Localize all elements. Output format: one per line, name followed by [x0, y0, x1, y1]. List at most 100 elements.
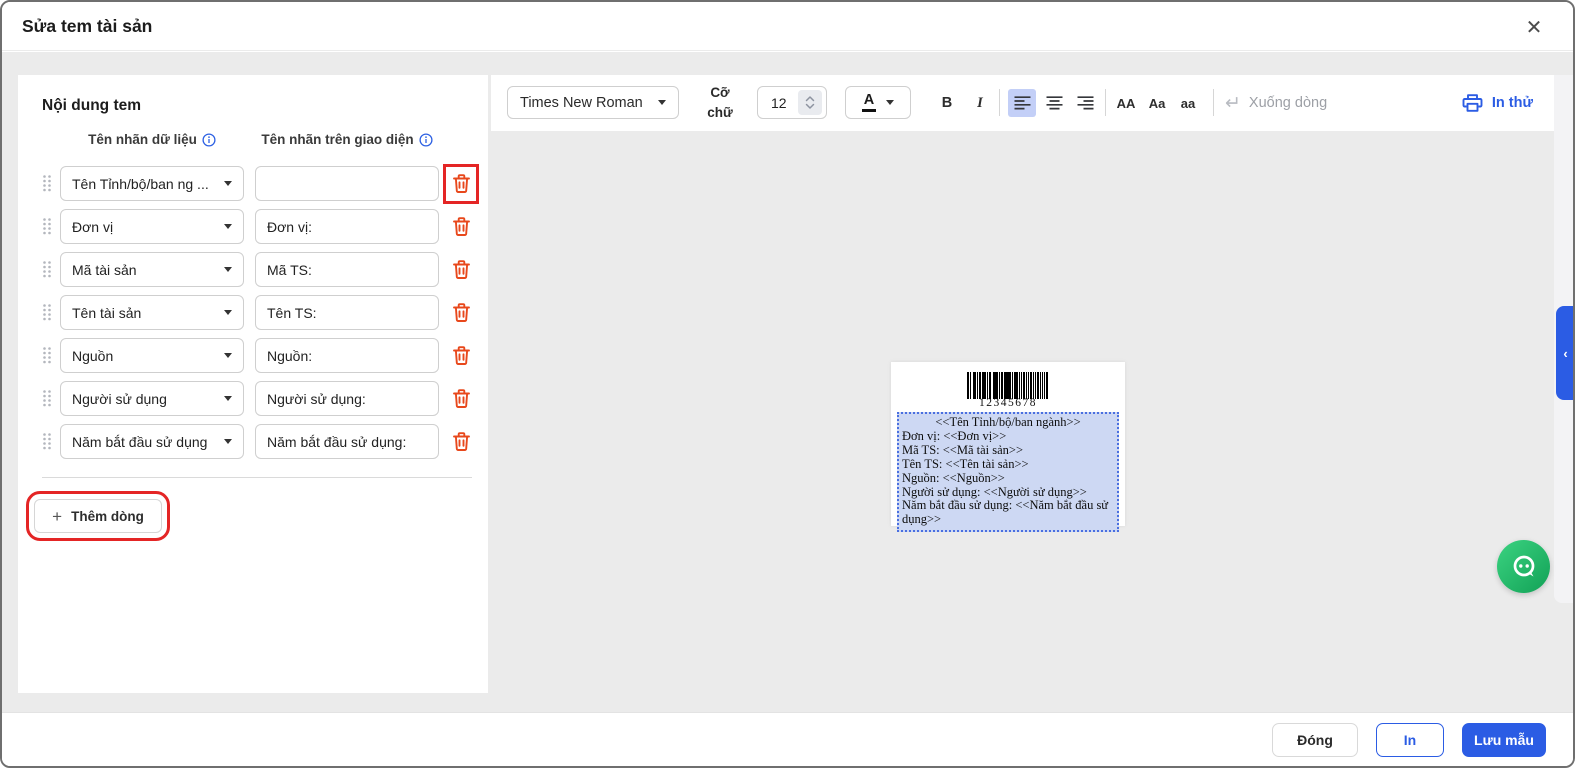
- font-color-letter: A: [862, 93, 876, 113]
- barcode-value: 12345678: [891, 397, 1125, 409]
- font-family-select[interactable]: Times New Roman: [507, 86, 679, 119]
- toolbar-divider: [999, 89, 1000, 116]
- plus-icon: +: [52, 508, 62, 525]
- align-left-button[interactable]: [1008, 89, 1036, 117]
- display-label-input[interactable]: [255, 209, 439, 244]
- panel-expand-tab[interactable]: ‹: [1556, 306, 1575, 400]
- chevron-down-icon: [224, 396, 232, 401]
- toolbar-divider: [1105, 89, 1106, 116]
- uppercase-button[interactable]: AA: [1112, 89, 1140, 117]
- add-row-button[interactable]: + Thêm dòng: [34, 499, 162, 533]
- edit-asset-label-dialog: Sửa tem tài sản ✕ Nội dung tem Tên nhãn …: [0, 0, 1575, 768]
- data-field-select[interactable]: Đơn vị: [60, 209, 244, 244]
- close-icon[interactable]: ✕: [1521, 14, 1547, 40]
- italic-button[interactable]: I: [966, 89, 994, 117]
- label-row: Đơn vị: [18, 209, 488, 244]
- font-size-label: Cỡ chữ: [703, 83, 737, 122]
- display-label-column-header: Tên nhãn trên giao diện: [255, 132, 439, 147]
- drag-handle-icon[interactable]: [42, 174, 54, 193]
- data-field-select-value: Đơn vị: [72, 219, 224, 235]
- add-row-label: Thêm dòng: [71, 509, 144, 524]
- drag-handle-icon[interactable]: [42, 346, 54, 365]
- drag-handle-icon[interactable]: [42, 389, 54, 408]
- data-label-header-text: Tên nhãn dữ liệu: [88, 132, 197, 147]
- data-field-select[interactable]: Nguồn: [60, 338, 244, 373]
- preview-line: Tên TS: <<Tên tài sản>>: [902, 458, 1114, 472]
- close-button[interactable]: Đóng: [1272, 723, 1358, 757]
- dialog-title: Sửa tem tài sản: [2, 16, 152, 37]
- dialog-body: Nội dung tem Tên nhãn dữ liệu Tên nhãn t…: [2, 52, 1573, 712]
- trash-icon: [452, 431, 471, 452]
- preview-line: Người sử dụng: <<Người sử dụng>>: [902, 486, 1114, 500]
- display-label-input[interactable]: [255, 295, 439, 330]
- chevron-down-icon: [658, 100, 666, 105]
- editor-toolbar: Times New Roman Cỡ chữ 12 A B I: [491, 75, 1554, 131]
- align-right-icon: [1077, 96, 1094, 110]
- trash-icon: [452, 302, 471, 323]
- align-center-icon: [1046, 96, 1063, 110]
- print-test-button[interactable]: In thử: [1462, 89, 1533, 117]
- line-break-label: Xuống dòng: [1249, 95, 1327, 111]
- chat-bubble-icon: [1508, 551, 1540, 583]
- dialog-footer: Đóng In Lưu mẫu: [2, 712, 1573, 766]
- chat-support-button[interactable]: [1497, 540, 1550, 593]
- data-field-select[interactable]: Năm bắt đầu sử dụng: [60, 424, 244, 459]
- data-field-select[interactable]: Tên tài sản: [60, 295, 244, 330]
- label-row: Tên Tỉnh/bộ/ban ng ...: [18, 166, 488, 201]
- delete-row-button[interactable]: [448, 169, 474, 199]
- delete-row-button[interactable]: [448, 341, 474, 371]
- delete-row-button[interactable]: [448, 384, 474, 414]
- label-row: Người sử dụng: [18, 381, 488, 416]
- drag-handle-icon[interactable]: [42, 217, 54, 236]
- print-test-label: In thử: [1492, 95, 1533, 111]
- drag-handle-icon[interactable]: [42, 303, 54, 322]
- preview-line: Mã TS: <<Mã tài sản>>: [902, 444, 1114, 458]
- data-field-select[interactable]: Tên Tỉnh/bộ/ban ng ...: [60, 166, 244, 201]
- data-field-select-value: Tên tài sản: [72, 305, 224, 321]
- data-field-select[interactable]: Người sử dụng: [60, 381, 244, 416]
- info-icon[interactable]: [419, 133, 433, 147]
- preview-line: <<Tên Tỉnh/bộ/ban ngành>>: [902, 416, 1114, 430]
- delete-row-button[interactable]: [448, 212, 474, 242]
- font-color-select[interactable]: A: [845, 86, 911, 119]
- align-right-button[interactable]: [1071, 89, 1099, 117]
- chevron-down-icon: [224, 353, 232, 358]
- line-break-button[interactable]: ↵ Xuống dòng: [1225, 89, 1327, 117]
- delete-row-button[interactable]: [448, 255, 474, 285]
- chevron-down-icon: [224, 181, 232, 186]
- delete-row-button[interactable]: [448, 298, 474, 328]
- info-icon[interactable]: [202, 133, 216, 147]
- titlecase-button[interactable]: Aa: [1143, 89, 1171, 117]
- preview-text-block[interactable]: <<Tên Tỉnh/bộ/ban ngành>>Đơn vị: <<Đơn v…: [897, 412, 1119, 532]
- label-row: Năm bắt đầu sử dụng: [18, 424, 488, 459]
- display-label-input[interactable]: [255, 381, 439, 416]
- lowercase-button[interactable]: aa: [1174, 89, 1202, 117]
- display-label-header-text: Tên nhãn trên giao diện: [261, 132, 413, 147]
- trash-icon: [452, 259, 471, 280]
- font-size-stepper[interactable]: 12: [757, 86, 827, 119]
- drag-handle-icon[interactable]: [42, 260, 54, 279]
- label-preview-card[interactable]: 12345678 <<Tên Tỉnh/bộ/ban ngành>>Đơn vị…: [891, 362, 1125, 526]
- display-label-input[interactable]: [255, 424, 439, 459]
- bold-button[interactable]: B: [933, 89, 961, 117]
- data-field-select[interactable]: Mã tài sản: [60, 252, 244, 287]
- column-headers: Tên nhãn dữ liệu Tên nhãn trên giao diện: [18, 132, 488, 152]
- display-label-input[interactable]: [255, 338, 439, 373]
- delete-row-button[interactable]: [448, 427, 474, 457]
- panel-divider: [42, 477, 472, 478]
- drag-handle-icon[interactable]: [42, 432, 54, 451]
- panel-heading: Nội dung tem: [42, 97, 141, 115]
- chevron-down-icon: [886, 100, 894, 105]
- display-label-input[interactable]: [255, 252, 439, 287]
- data-field-select-value: Năm bắt đầu sử dụng: [72, 434, 224, 450]
- print-button[interactable]: In: [1376, 723, 1444, 757]
- save-template-button[interactable]: Lưu mẫu: [1462, 723, 1546, 757]
- preview-line: Nguồn: <<Nguồn>>: [902, 472, 1114, 486]
- preview-line: Năm bắt đầu sử dụng: <<Năm bắt đầu sử dụ…: [902, 499, 1114, 527]
- data-field-select-value: Tên Tỉnh/bộ/ban ng ...: [72, 176, 224, 192]
- align-center-button[interactable]: [1040, 89, 1068, 117]
- display-label-input[interactable]: [255, 166, 439, 201]
- stepper-arrows-icon[interactable]: [798, 90, 822, 115]
- line-break-icon: ↵: [1225, 94, 1241, 113]
- trash-icon: [452, 388, 471, 409]
